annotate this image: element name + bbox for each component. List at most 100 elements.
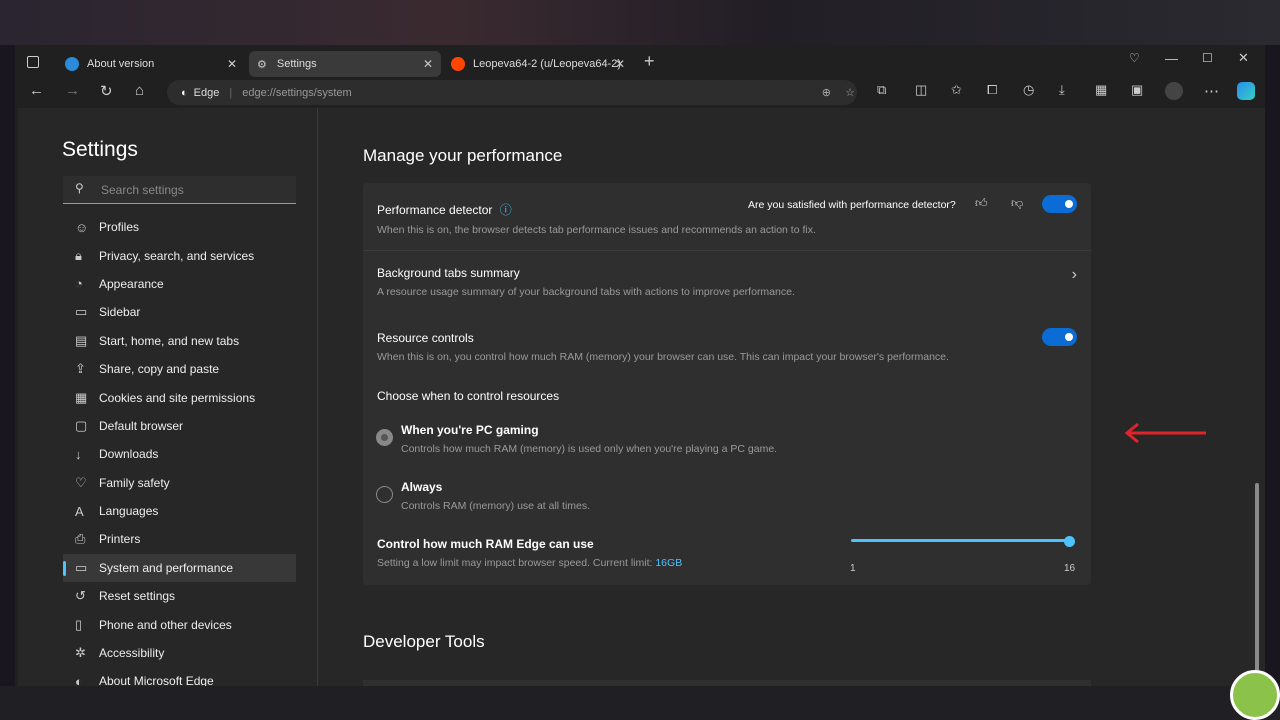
- bg-summary-desc: A resource usage summary of your backgro…: [377, 286, 795, 298]
- thumbs-down-icon[interactable]: 👎︎: [1011, 196, 1023, 211]
- resource-controls-title: Resource controls: [377, 331, 474, 345]
- close-tab-icon[interactable]: ✕: [423, 57, 433, 71]
- help-icon[interactable]: ⓘ: [500, 203, 512, 217]
- choose-title: Choose when to control resources: [377, 389, 560, 403]
- radio-pc-gaming[interactable]: [376, 429, 393, 446]
- performance-card: Performance detector ⓘ When this is on, …: [363, 183, 1091, 585]
- apps-icon[interactable]: ▦: [1095, 82, 1107, 98]
- accessibility-icon: ✲: [75, 645, 86, 661]
- screenshot-icon[interactable]: ▣: [1131, 82, 1143, 98]
- collections-icon[interactable]: ⧠: [987, 82, 997, 98]
- sidebar-item-languages[interactable]: A Languages: [63, 497, 296, 525]
- close-window-icon[interactable]: ✕: [1238, 50, 1249, 66]
- edge-icon: ◐: [181, 86, 188, 99]
- copilot-icon[interactable]: [1237, 82, 1255, 100]
- copilot-heart-icon[interactable]: ♡: [1129, 51, 1140, 65]
- edge-icon: ◐: [75, 673, 83, 686]
- slider-min-label: 1: [850, 563, 856, 574]
- share-icon: ⇪: [75, 361, 86, 377]
- sidebar-item-system-and-performance[interactable]: ▭ System and performance: [63, 553, 296, 583]
- downloads-icon[interactable]: ⤓: [1059, 82, 1065, 98]
- sidebar-item-label: Phone and other devices: [99, 617, 232, 632]
- chevron-right-icon: ›: [1071, 266, 1077, 283]
- favorite-star-icon[interactable]: ☆: [845, 86, 855, 99]
- sidebar-item-cookies-and-site-permissions[interactable]: ▦ Cookies and site permissions: [63, 383, 296, 411]
- tab-bar: About version ✕ ⚙ Settings ✕ Leopeva64-2 (u…: [15, 45, 1265, 80]
- resource-controls-toggle[interactable]: [1042, 328, 1077, 346]
- radio-always[interactable]: [376, 486, 393, 503]
- tab-reddit[interactable]: Leopeva64-2 (u/Leopeva64-2) - I ✕: [443, 51, 633, 77]
- background-tabs-summary-row[interactable]: Background tabs summary A resource usage…: [377, 266, 1077, 298]
- home-tabs-icon: ▤: [75, 332, 88, 348]
- thumbs-up-icon[interactable]: 👍︎: [975, 196, 988, 211]
- more-menu-icon[interactable]: ⋯: [1204, 82, 1219, 100]
- address-bar[interactable]: ◐ Edge | edge://settings/system ⊕ ☆: [167, 80, 857, 105]
- developer-tools-card: [363, 680, 1091, 686]
- divider: [363, 250, 1091, 251]
- option-pc-gaming[interactable]: When you're PC gaming Controls how much …: [401, 423, 777, 455]
- close-tab-icon[interactable]: ✕: [227, 57, 237, 71]
- close-tab-icon[interactable]: ✕: [615, 57, 625, 71]
- ram-slider-track[interactable]: [851, 539, 1069, 542]
- site-label: Edge: [193, 86, 220, 99]
- zoom-icon[interactable]: ⊕: [822, 86, 831, 99]
- sidebar-item-privacy-search-and-services[interactable]: 🔒︎ Privacy, search, and services: [63, 241, 296, 269]
- refresh-icon[interactable]: ↻: [100, 82, 113, 100]
- sidebar-item-appearance[interactable]: ◔ Appearance: [63, 270, 296, 298]
- sidebar-item-start-home-and-new-tabs[interactable]: ▤ Start, home, and new tabs: [63, 327, 296, 355]
- sidebar-item-accessibility[interactable]: ✲ Accessibility: [63, 639, 296, 667]
- lock-icon: 🔒︎: [75, 247, 82, 263]
- option-always[interactable]: Always Controls RAM (memory) use at all …: [401, 480, 590, 512]
- history-icon[interactable]: ◷: [1023, 82, 1034, 98]
- sidebar-item-default-browser[interactable]: ▢ Default browser: [63, 412, 296, 440]
- printer-icon: ⎙: [75, 531, 86, 547]
- back-icon[interactable]: ←: [29, 82, 44, 99]
- sidebar-item-label: Reset settings: [99, 589, 176, 604]
- option-desc: Controls RAM (memory) use at all times.: [401, 500, 591, 512]
- red-arrow-annotation: [1124, 422, 1206, 444]
- scrollbar[interactable]: [1255, 483, 1259, 678]
- favorites-icon[interactable]: ✩: [951, 82, 962, 98]
- appearance-icon: ◔: [75, 276, 83, 292]
- sidebar-item-label: Accessibility: [99, 646, 165, 661]
- sidebar-item-printers[interactable]: ⎙ Printers: [63, 525, 296, 553]
- sidebar-item-label: Printers: [99, 532, 141, 547]
- profile-avatar[interactable]: [1165, 82, 1183, 100]
- search-placeholder: Search settings: [101, 183, 184, 197]
- sidebar-item-label: System and performance: [99, 560, 234, 575]
- maximize-icon[interactable]: ☐: [1202, 51, 1213, 65]
- sidebar-item-share-copy-and-paste[interactable]: ⇪ Share, copy and paste: [63, 355, 296, 383]
- split-screen-icon[interactable]: ◫: [915, 82, 927, 98]
- url-text: edge://settings/system: [242, 86, 352, 99]
- language-icon: A: [75, 503, 84, 519]
- option-title: When you're PC gaming: [401, 423, 539, 437]
- sidebar-item-label: Start, home, and new tabs: [99, 333, 240, 348]
- bg-summary-title: Background tabs summary: [377, 266, 520, 280]
- forward-icon[interactable]: →: [65, 82, 80, 99]
- sidebar-item-label: Privacy, search, and services: [99, 248, 255, 263]
- sidebar-item-phone-and-other-devices[interactable]: ▯ Phone and other devices: [63, 610, 296, 638]
- perf-detector-toggle[interactable]: [1042, 195, 1077, 213]
- sidebar-item-profiles[interactable]: ☺ Profiles: [63, 213, 296, 241]
- search-icon: ⚲: [75, 181, 84, 195]
- tab-settings[interactable]: ⚙ Settings ✕: [249, 51, 441, 77]
- option-title: Always: [401, 480, 443, 494]
- ram-slider-thumb[interactable]: [1064, 536, 1075, 547]
- minimize-icon[interactable]: —: [1165, 51, 1178, 66]
- sidebar-item-label: Profiles: [99, 220, 140, 235]
- sidebar-item-sidebar[interactable]: ▭ Sidebar: [63, 298, 296, 326]
- sidebar-item-label: Family safety: [99, 475, 170, 490]
- search-input[interactable]: ⚲ Search settings: [63, 176, 296, 204]
- sidebar-item-reset-settings[interactable]: ↺ Reset settings: [63, 582, 296, 610]
- sidebar-item-family-safety[interactable]: ♡ Family safety: [63, 469, 296, 497]
- extensions-icon[interactable]: ⧉: [877, 82, 886, 98]
- sidebar-item-downloads[interactable]: ↓ Downloads: [63, 440, 296, 468]
- home-icon[interactable]: ⌂: [135, 82, 144, 99]
- new-tab-icon[interactable]: +: [644, 51, 655, 72]
- tab-actions-icon[interactable]: [27, 56, 39, 68]
- tab-about-version[interactable]: About version ✕: [57, 51, 245, 77]
- ram-limit-value: 16GB: [655, 557, 683, 569]
- taskbar: [0, 686, 1280, 720]
- sidebar-item-label: Appearance: [99, 276, 164, 291]
- sidebar-item-about-microsoft-edge[interactable]: ◐ About Microsoft Edge: [63, 667, 296, 686]
